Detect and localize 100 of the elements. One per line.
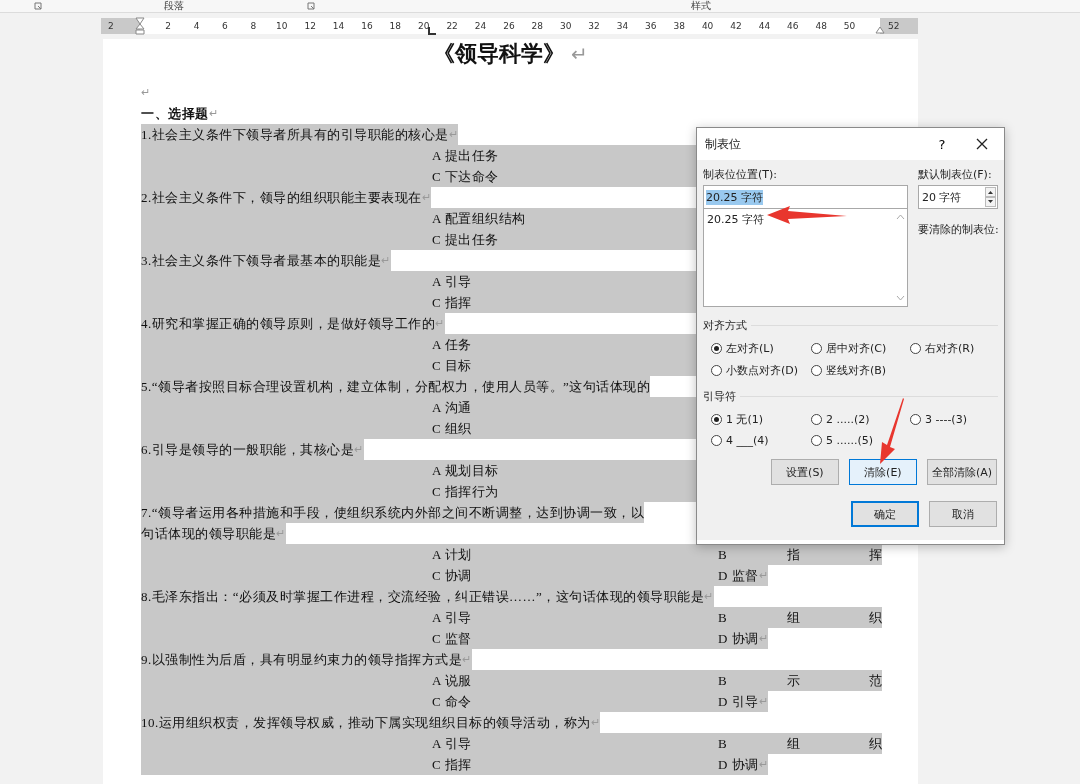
ruler-number: 38 (672, 21, 686, 31)
group-label: 段落 (163, 0, 186, 12)
help-button[interactable]: ? (932, 136, 952, 152)
question-text: 6.引导是领导的一般职能，其核心是 (141, 441, 355, 459)
indent-marker-icon[interactable] (135, 17, 145, 35)
spin-up-icon[interactable] (985, 187, 996, 197)
paragraph-mark: ↵ (381, 253, 391, 266)
option-text: D 引导 (718, 693, 759, 711)
radio-option[interactable]: 小数点对齐(D) (711, 363, 811, 378)
option-letter: B (718, 609, 728, 627)
option-text: D 协调 (718, 756, 759, 774)
scroll-up-icon[interactable] (895, 214, 905, 220)
option-text: C 命令 (432, 693, 472, 711)
tab-stop-icon[interactable] (428, 27, 436, 35)
option-text: C 指挥行为 (432, 483, 499, 501)
ruler-number: 14 (331, 21, 346, 31)
ruler-number: 50 (842, 21, 857, 31)
document-title: 《领导科学》 (432, 40, 565, 68)
paragraph-mark: ↵ (208, 106, 218, 121)
question-text: 7.“领导者运用各种措施和手段，使组织系统内外部之间不断调整，达到协调一致，以 (141, 504, 645, 522)
question-text: 10.运用组织权责，发挥领导权威，推动下属实现组织目标的领导活动，称为 (141, 714, 591, 732)
ruler-number: 34 (615, 21, 630, 31)
paragraph-mark: ↵ (758, 757, 769, 770)
option-text: A 沟通 (432, 399, 472, 417)
option-text: A 引导 (432, 609, 472, 627)
spin-down-icon[interactable] (985, 197, 996, 207)
paragraph-mark: ↵ (435, 316, 445, 329)
list-item[interactable]: 20.25 字符 (707, 212, 764, 228)
paragraph-mark: ↵ (758, 694, 769, 707)
ruler-number: 44 (757, 21, 772, 31)
tab-stop-list[interactable]: 20.25 字符 (703, 209, 908, 307)
ruler-number: 16 (360, 21, 374, 31)
ruler-number: 2 (164, 21, 173, 31)
tab-position-field[interactable]: 20.25 字符 (703, 185, 908, 209)
option-text: C 指挥 (432, 756, 472, 774)
option-text: A 规划目标 (432, 462, 499, 480)
paragraph-mark: ↵ (354, 442, 364, 455)
dialog-button[interactable]: 全部清除(A) (926, 459, 997, 485)
radio-option[interactable]: 左对齐(L) (711, 341, 811, 356)
option-text: A 配置组织结构 (432, 210, 526, 228)
radio-option[interactable]: 竖线对齐(B) (811, 363, 910, 378)
section-heading: 一、选择题 (141, 105, 209, 123)
dialog-title: 制表位 (705, 135, 742, 153)
paragraph-mark: ↵ (276, 526, 286, 539)
radio-option[interactable]: 5 ......(5) (811, 434, 910, 447)
scroll-down-icon[interactable] (895, 295, 905, 301)
paragraph-mark: ↵ (141, 85, 151, 100)
default-tab-spinbox[interactable]: 20 字符 (918, 185, 998, 209)
question-text: 1.社会主义条件下领导者所具有的引导职能的核心是 (141, 126, 449, 144)
option-text: A 引导 (432, 273, 472, 291)
dialog-launcher-icon[interactable] (307, 2, 315, 10)
option-text: A 任务 (432, 336, 472, 354)
group-label: 样式 (690, 0, 713, 12)
radio-option[interactable]: 2 .....(2) (811, 412, 910, 427)
indent-marker-icon[interactable] (875, 26, 885, 34)
dialog-launcher-icon[interactable] (34, 2, 42, 10)
question-text: 2.社会主义条件下，领导的组织职能主要表现在 (141, 189, 422, 207)
close-icon[interactable] (976, 138, 988, 150)
radio-option[interactable]: 3 ----(3) (910, 412, 1000, 427)
ruler-number: 4 (192, 21, 201, 31)
option-text: A 说服 (432, 672, 472, 690)
ruler-number: 48 (814, 21, 828, 31)
option-text: 组织 (787, 609, 882, 627)
ruler-number: 28 (530, 21, 544, 31)
option-text: C 协调 (432, 567, 472, 585)
ruler-number: 30 (558, 21, 573, 31)
group-title: 引导符 (703, 388, 736, 404)
radio-option[interactable]: 1 无(1) (711, 412, 811, 427)
ruler-number: 18 (388, 21, 403, 31)
option-text: C 提出任务 (432, 231, 499, 249)
option-text: 组织 (787, 735, 882, 753)
option-text: A 提出任务 (432, 147, 499, 165)
option-text: C 组织 (432, 420, 472, 438)
option-letter: B (718, 735, 728, 753)
option-text: D 协调 (718, 630, 759, 648)
dialog-button[interactable]: 清除(E) (848, 459, 917, 485)
dialog-button[interactable]: 确定 (851, 501, 919, 527)
radio-option[interactable]: 4 ___(4) (711, 434, 811, 447)
paragraph-mark: ↵ (462, 652, 472, 665)
dialog-button[interactable]: 设置(S) (770, 459, 839, 485)
option-text: C 下达命令 (432, 168, 499, 186)
radio-option[interactable]: 居中对齐(C) (811, 341, 910, 356)
ruler-number: 8 (249, 21, 258, 31)
ruler-number: 26 (502, 21, 516, 31)
radio-option[interactable]: 右对齐(R) (910, 341, 1000, 356)
option-text: A 引导 (432, 735, 472, 753)
ruler-number: 42 (729, 21, 743, 31)
ruler-number: 22 (445, 21, 459, 31)
paragraph-mark: ↵ (758, 568, 769, 581)
question-text: 句话体现的领导职能是 (141, 525, 276, 543)
option-text: D 监督 (718, 567, 759, 585)
question-text: 4.研究和掌握正确的领导原则，是做好领导工作的 (141, 315, 436, 333)
ruler-number: 32 (587, 21, 601, 31)
dialog-button[interactable]: 取消 (929, 501, 997, 527)
ruler-number: 52 (880, 18, 918, 34)
paragraph-mark: ↵ (590, 715, 601, 728)
field-label: 默认制表位(F): (918, 167, 993, 183)
question-text: 8.毛泽东指出：“必须及时掌握工作进程，交流经验，纠正错误……”，这句话体现的领导职能是 (141, 588, 705, 606)
paragraph-mark: ↵ (704, 589, 714, 602)
field-label: 制表位位置(T): (703, 167, 778, 183)
